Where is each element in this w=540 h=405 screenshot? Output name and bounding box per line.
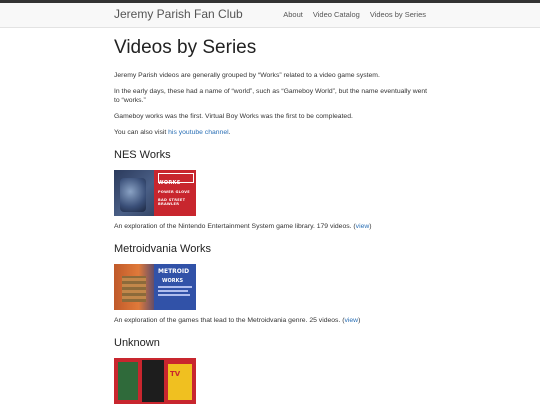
thumbnail-subtitle-1: POWER GLOVE	[158, 190, 190, 194]
nes-works-view-link[interactable]: view	[356, 223, 370, 230]
thumbnail-title-text: METROID	[158, 268, 190, 275]
thumbnail-title-text: WORKS	[158, 180, 181, 186]
nes-works-description: An exploration of the Nintendo Entertain…	[114, 222, 434, 231]
youtube-paragraph: You can also visit his youtube channel.	[114, 128, 434, 137]
series-heading-nes: NES Works	[114, 149, 171, 161]
visit-suffix: .	[228, 129, 231, 136]
nes-works-desc-suffix: )	[369, 223, 372, 230]
thumbnail-subtitle: WORKS	[162, 278, 184, 284]
visit-prefix: You can also visit	[114, 129, 169, 136]
metroidvania-view-link[interactable]: view	[344, 317, 358, 324]
metroidvania-works-description: An exploration of the games that lead to…	[114, 316, 434, 325]
cover-art-1	[118, 362, 138, 400]
metroidvania-desc-text: An exploration of the games that lead to…	[114, 317, 345, 324]
power-glove-art	[120, 178, 146, 212]
page-title: Videos by Series	[114, 37, 257, 58]
main-content: Videos by Series Jeremy Parish videos ar…	[114, 36, 434, 405]
brand-link[interactable]: Jeremy Parish Fan Club	[114, 7, 243, 21]
series-heading-metroidvania: Metroidvania Works	[114, 243, 211, 255]
cover-art-2	[142, 360, 164, 402]
metroidvania-desc-suffix: )	[358, 317, 361, 324]
thumbnail-line	[158, 290, 188, 292]
series-heading-unknown: Unknown	[114, 337, 160, 349]
intro-paragraph-3: Gameboy works was the first. Virtual Boy…	[114, 113, 353, 120]
thumbnail-subtitle-3: BRAWLER	[158, 202, 180, 206]
navbar: Jeremy Parish Fan Club About Video Catal…	[0, 3, 540, 28]
thumbnail-title-text: TV	[170, 370, 181, 378]
nav-link-about[interactable]: About	[283, 10, 303, 19]
youtube-channel-link[interactable]: his youtube channel	[168, 129, 228, 136]
intro-paragraph-1: Jeremy Parish videos are generally group…	[114, 72, 380, 79]
nav-links: About Video Catalog Videos by Series	[283, 10, 426, 19]
unknown-series-thumbnail[interactable]: TV	[114, 358, 196, 404]
metroid-sprite-art	[122, 276, 146, 302]
intro-paragraph-2: In the early days, these had a name of “…	[114, 88, 428, 104]
nes-works-thumbnail[interactable]: WORKS POWER GLOVE BAD STREET BRAWLER	[114, 170, 196, 216]
nes-works-desc-text: An exploration of the Nintendo Entertain…	[114, 223, 356, 230]
nav-link-videos-by-series[interactable]: Videos by Series	[370, 10, 426, 19]
thumbnail-line	[158, 294, 190, 296]
thumbnail-line	[158, 286, 192, 288]
nav-link-video-catalog[interactable]: Video Catalog	[313, 10, 360, 19]
metroidvania-works-thumbnail[interactable]: METROID WORKS	[114, 264, 196, 310]
